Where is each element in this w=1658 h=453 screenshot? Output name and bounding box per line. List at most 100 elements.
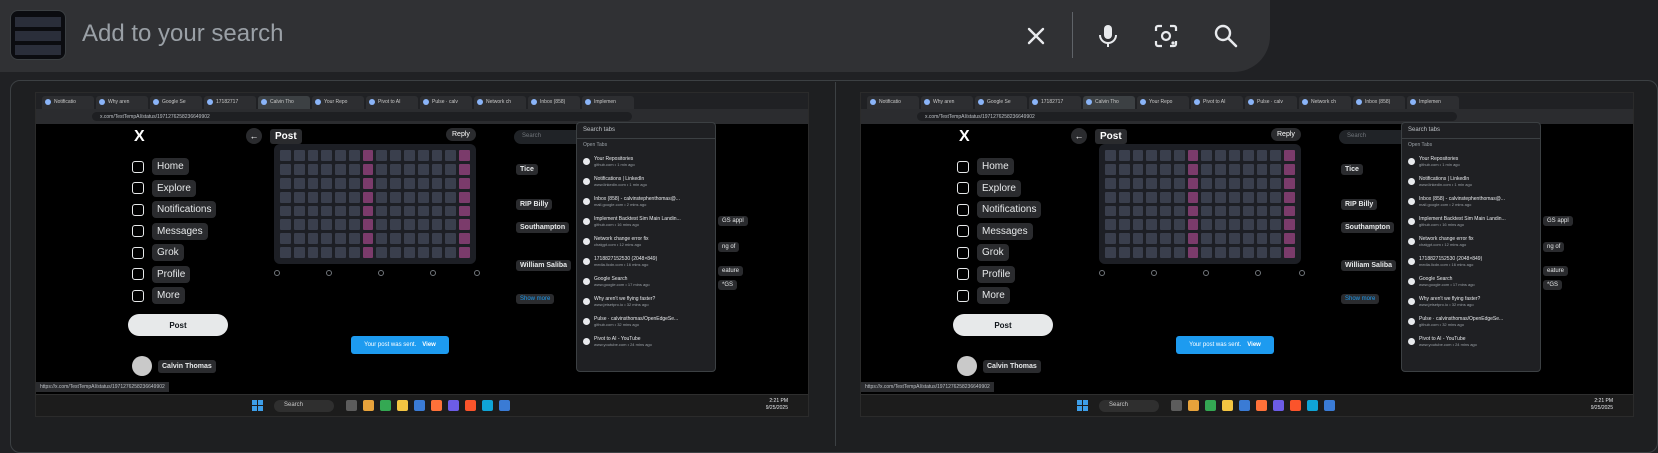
browser-tab[interactable]: Pivot to AI <box>366 96 418 109</box>
app-icon[interactable] <box>448 400 459 411</box>
tab-search-input[interactable]: Search tabs <box>577 123 715 139</box>
reply-button[interactable]: Reply <box>1271 128 1301 141</box>
edge-icon[interactable] <box>482 400 493 411</box>
nav-item-grok[interactable]: Grok <box>957 244 1009 261</box>
trend-item[interactable]: Southampton <box>516 222 570 233</box>
repost-icon[interactable] <box>326 270 332 276</box>
browser-tab[interactable]: Calvin Tho <box>258 96 310 109</box>
browser-tab[interactable]: Inbox (858) <box>1353 96 1405 109</box>
browser-tab[interactable]: Google Se <box>150 96 202 109</box>
browser-tab[interactable]: Pivot to AI <box>1191 96 1243 109</box>
browser-tab[interactable]: Notificatio <box>867 96 919 109</box>
app-icon[interactable] <box>499 400 510 411</box>
nav-item-home[interactable]: Home <box>132 158 189 175</box>
windows-start-icon[interactable] <box>1077 400 1088 411</box>
nav-item-home[interactable]: Home <box>957 158 1014 175</box>
windows-start-icon[interactable] <box>252 400 263 411</box>
nav-item-messages[interactable]: Messages <box>957 222 1033 240</box>
browser-tab[interactable]: Your Repo <box>1137 96 1189 109</box>
profile-card[interactable]: Calvin Thomas <box>132 356 216 376</box>
browser-tab[interactable]: Google Se <box>975 96 1027 109</box>
trend-item[interactable]: William Saliba <box>1341 260 1397 271</box>
reply-button[interactable]: Reply <box>446 128 476 141</box>
open-tab-item[interactable]: 1718827152530 (2048×849) media.licdn.com … <box>577 251 715 271</box>
app-icon[interactable] <box>1273 400 1284 411</box>
trend-item[interactable]: William Saliba <box>516 260 572 271</box>
nav-item-more[interactable]: More <box>957 287 1010 304</box>
result-image-2[interactable]: Notificatio Why aren Google Se 17182717 Calv… <box>860 92 1634 417</box>
trend-item[interactable]: Tice <box>516 164 538 175</box>
post-button[interactable]: Post <box>953 314 1053 336</box>
open-tab-item[interactable]: Google Search www.google.com • 17 mins ag… <box>1402 271 1540 291</box>
search-icon[interactable] <box>1204 14 1248 58</box>
repost-icon[interactable] <box>1151 270 1157 276</box>
app-icon[interactable] <box>431 400 442 411</box>
open-tab-item[interactable]: Pivot to AI - YouTube www.youtube.com • 2… <box>577 331 715 351</box>
nav-item-explore[interactable]: Explore <box>132 179 196 197</box>
nav-item-notifications[interactable]: Notifications <box>132 201 217 218</box>
app-icon[interactable] <box>346 400 357 411</box>
trend-item[interactable]: Southampton <box>1341 222 1395 233</box>
nav-item-messages[interactable]: Messages <box>132 222 208 240</box>
browser-tab[interactable]: Why aren <box>921 96 973 109</box>
reply-icon[interactable] <box>1099 270 1105 276</box>
toast-view-link[interactable]: View <box>422 342 436 348</box>
app-icon[interactable] <box>363 400 374 411</box>
x-search-input[interactable]: Search <box>1339 130 1409 144</box>
browser-tab[interactable]: Notificatio <box>42 96 94 109</box>
url-field[interactable]: x.com/TestTempAI/status/1971276258236649… <box>917 112 1457 121</box>
open-tab-item[interactable]: Notifications | LinkedIn www.linkedin.com… <box>1402 171 1540 191</box>
like-icon[interactable] <box>378 270 384 276</box>
chrome-icon[interactable] <box>1205 400 1216 411</box>
post-button[interactable]: Post <box>128 314 228 336</box>
open-tab-item[interactable]: Why aren't we flying faster? www.jetsetpr… <box>577 291 715 311</box>
open-tab-item[interactable]: Implement Backtest Sim Main Landin... git… <box>1402 211 1540 231</box>
chrome-icon[interactable] <box>380 400 391 411</box>
query-image-thumbnail[interactable] <box>10 10 66 60</box>
result-image-1[interactable]: Notificatio Why aren Google Se 17182717 Calv… <box>35 92 809 417</box>
taskbar-clock[interactable]: 2:21 PM 9/25/2025 <box>766 398 788 412</box>
tab-search-input[interactable]: Search tabs <box>1402 123 1540 139</box>
open-tab-item[interactable]: Google Search www.google.com • 17 mins ag… <box>577 271 715 291</box>
open-tab-item[interactable]: Inbox (858) - calvinstephenthomas@... mai… <box>577 191 715 211</box>
bookmark-icon[interactable] <box>474 270 480 276</box>
back-arrow-icon[interactable]: ← <box>1071 128 1087 144</box>
app-icon[interactable] <box>1239 400 1250 411</box>
edge-icon[interactable] <box>1307 400 1318 411</box>
browser-tab[interactable]: Implemen <box>582 96 634 109</box>
app-icon[interactable] <box>1290 400 1301 411</box>
x-logo-icon[interactable]: X <box>134 128 145 146</box>
app-icon[interactable] <box>1171 400 1182 411</box>
bookmark-icon[interactable] <box>1299 270 1305 276</box>
open-tab-item[interactable]: Pulse · calvinsthomas/OpenEdgeSe... githu… <box>1402 311 1540 331</box>
like-icon[interactable] <box>1203 270 1209 276</box>
trend-item[interactable]: RIP Billy <box>1341 199 1378 210</box>
browser-tab[interactable]: Calvin Tho <box>1083 96 1135 109</box>
app-icon[interactable] <box>414 400 425 411</box>
x-search-input[interactable]: Search <box>514 130 584 144</box>
toast-view-link[interactable]: View <box>1247 342 1261 348</box>
taskbar-search[interactable]: Search <box>274 400 334 412</box>
nav-item-profile[interactable]: Profile <box>132 265 191 283</box>
post-media[interactable] <box>274 144 476 264</box>
post-media[interactable] <box>1099 144 1301 264</box>
open-tab-item[interactable]: Your Repositories github.com • 1 min ago <box>1402 151 1540 171</box>
browser-tab[interactable]: Network ch <box>1299 96 1351 109</box>
nav-item-notifications[interactable]: Notifications <box>957 201 1042 218</box>
taskbar-search[interactable]: Search <box>1099 400 1159 412</box>
nav-item-grok[interactable]: Grok <box>132 244 184 261</box>
search-bar[interactable]: Add to your search <box>0 0 1270 72</box>
open-tab-item[interactable]: Inbox (858) - calvinstephenthomas@... mai… <box>1402 191 1540 211</box>
show-more-link[interactable]: Show more <box>516 294 555 304</box>
browser-tab[interactable]: Implemen <box>1407 96 1459 109</box>
close-icon[interactable] <box>1014 14 1058 58</box>
browser-tab[interactable]: Your Repo <box>312 96 364 109</box>
x-logo-icon[interactable]: X <box>959 128 970 146</box>
trend-item[interactable]: RIP Billy <box>516 199 553 210</box>
nav-item-explore[interactable]: Explore <box>957 179 1021 197</box>
open-tab-item[interactable]: Pulse · calvinsthomas/OpenEdgeSe... githu… <box>577 311 715 331</box>
views-icon[interactable] <box>1255 270 1261 276</box>
open-tab-item[interactable]: Implement Backtest Sim Main Landin... git… <box>577 211 715 231</box>
browser-tab[interactable]: Network ch <box>474 96 526 109</box>
reply-icon[interactable] <box>274 270 280 276</box>
